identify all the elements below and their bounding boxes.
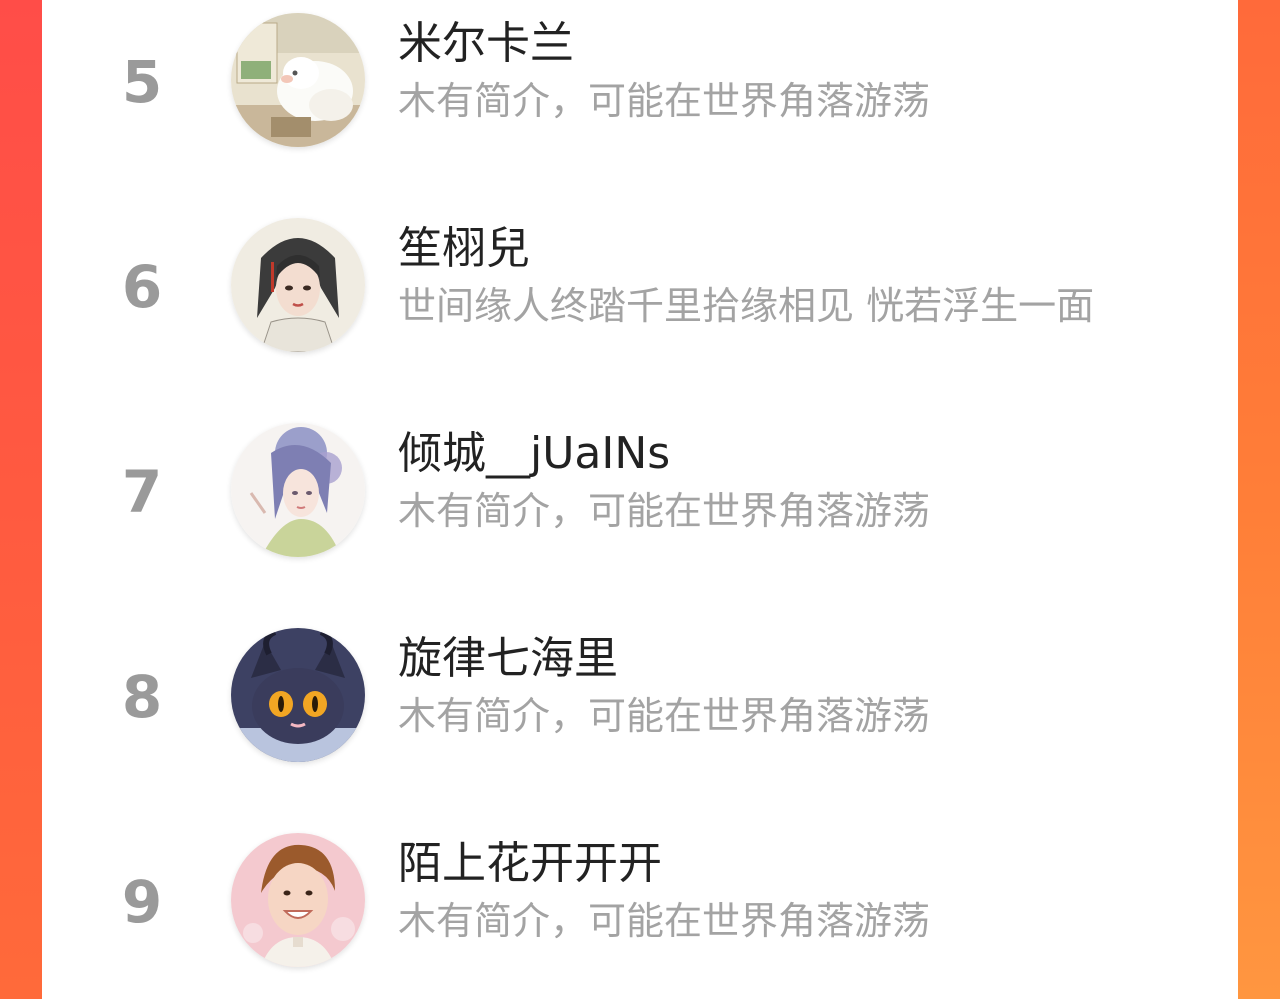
avatar-ink-portrait-image[interactable] bbox=[231, 218, 365, 352]
user-description: 世间缘人终踏千里拾缘相见 恍若浮生一面 bbox=[398, 284, 1095, 328]
avatar-sheep-image[interactable] bbox=[231, 13, 365, 147]
user-description: 木有简介，可能在世界角落游荡 bbox=[398, 489, 931, 533]
frame-right-edge bbox=[1238, 0, 1280, 999]
ranking-row[interactable]: 6 笙栩兒 世间缘人终踏千里拾缘相见 恍若浮生一面 bbox=[42, 217, 1238, 397]
rank-number: 7 bbox=[121, 458, 163, 526]
user-name[interactable]: 笙栩兒 bbox=[398, 221, 530, 277]
ranking-list-panel: 5 米尔卡兰 木有简介，可能在世界角落游荡 6 笙栩兒 世间缘人终踏千里拾缘相见… bbox=[42, 0, 1238, 999]
rank-number: 9 bbox=[121, 868, 163, 936]
frame-left-edge bbox=[0, 0, 42, 999]
avatar-dark-cat-image[interactable] bbox=[231, 628, 365, 762]
ranking-row[interactable]: 5 米尔卡兰 木有简介，可能在世界角落游荡 bbox=[42, 12, 1238, 192]
ranking-row[interactable]: 8 旋律七海里 木有简介，可能在世界角落游荡 bbox=[42, 627, 1238, 807]
user-description: 木有简介，可能在世界角落游荡 bbox=[398, 694, 931, 738]
user-name[interactable]: 旋律七海里 bbox=[398, 631, 618, 687]
user-description: 木有简介，可能在世界角落游荡 bbox=[398, 899, 931, 943]
rank-number: 6 bbox=[121, 253, 163, 321]
user-name[interactable]: 陌上花开开开 bbox=[398, 836, 662, 892]
user-name[interactable]: 倾城__jUaINs bbox=[398, 426, 670, 482]
user-name[interactable]: 米尔卡兰 bbox=[398, 16, 574, 72]
avatar-smiling-boy-image[interactable] bbox=[231, 833, 365, 967]
avatar-watercolor-girl-image[interactable] bbox=[231, 423, 365, 557]
user-description: 木有简介，可能在世界角落游荡 bbox=[398, 79, 931, 123]
ranking-row[interactable]: 7 倾城__jUaINs 木有简介，可能在世界角落游荡 bbox=[42, 422, 1238, 602]
rank-number: 5 bbox=[121, 48, 163, 116]
rank-number: 8 bbox=[121, 663, 163, 731]
ranking-row[interactable]: 9 陌上花开开开 木有简介，可能在世界角落游荡 bbox=[42, 832, 1238, 999]
